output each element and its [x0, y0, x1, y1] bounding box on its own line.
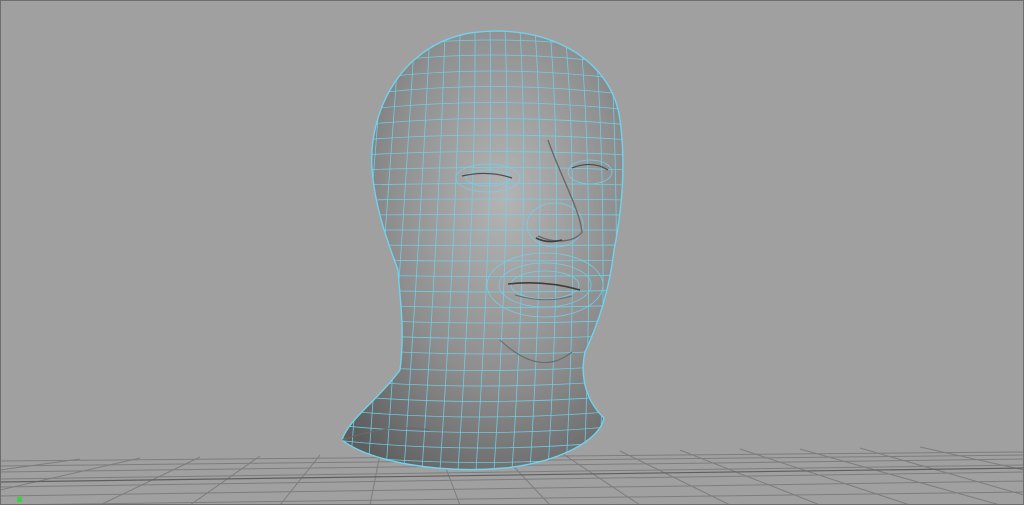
head-mesh [341, 30, 624, 471]
axis-indicator-icon [17, 497, 22, 502]
3d-viewport[interactable] [0, 0, 1024, 505]
scene-canvas[interactable] [0, 0, 1024, 505]
